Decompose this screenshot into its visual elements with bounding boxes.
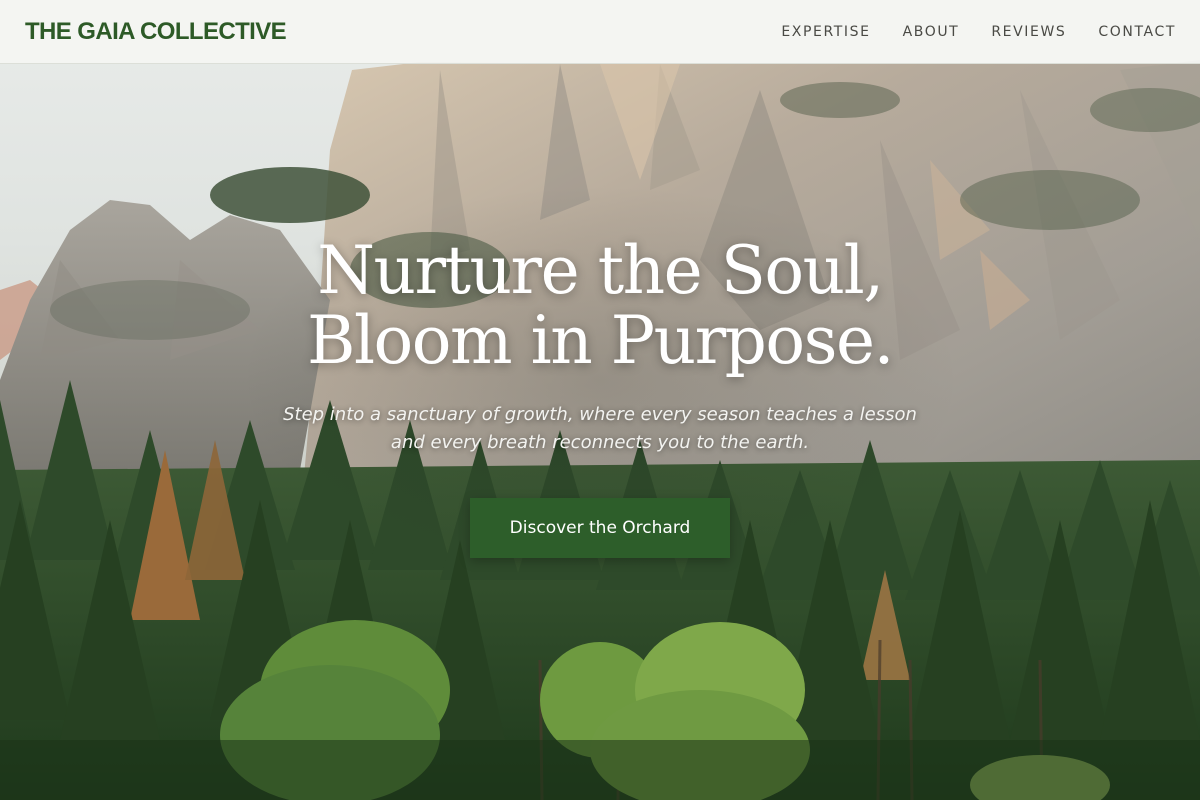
discover-orchard-button[interactable]: Discover the Orchard bbox=[470, 498, 730, 558]
hero-headline-line-1: Nurture the Soul, bbox=[317, 232, 884, 309]
top-navigation-bar: THE GAIA COLLECTIVE EXPERTISE ABOUT REVI… bbox=[0, 0, 1200, 64]
nav-links: EXPERTISE ABOUT REVIEWS CONTACT bbox=[749, 24, 1176, 40]
hero-headline-line-2: Bloom in Purpose. bbox=[306, 302, 895, 379]
nav-link-expertise[interactable]: EXPERTISE bbox=[781, 24, 870, 40]
nav-item-about: ABOUT bbox=[871, 24, 960, 40]
nav-link-reviews[interactable]: REVIEWS bbox=[991, 24, 1066, 40]
nav-item-contact: CONTACT bbox=[1066, 24, 1176, 40]
nav-link-about[interactable]: ABOUT bbox=[903, 24, 960, 40]
nav-item-reviews: REVIEWS bbox=[959, 24, 1066, 40]
hero-content: Nurture the Soul, Bloom in Purpose. Step… bbox=[200, 236, 1000, 558]
nav-link-contact[interactable]: CONTACT bbox=[1098, 24, 1176, 40]
hero-subheading: Step into a sanctuary of growth, where e… bbox=[200, 401, 1000, 457]
hero-headline: Nurture the Soul, Bloom in Purpose. bbox=[200, 236, 1000, 376]
nav-item-expertise: EXPERTISE bbox=[749, 24, 870, 40]
hero-subheading-line-1: Step into a sanctuary of growth, where e… bbox=[283, 404, 917, 425]
brand-logo-link[interactable]: THE GAIA COLLECTIVE bbox=[25, 18, 287, 46]
hero-subheading-line-2: and every breath reconnects you to the e… bbox=[390, 432, 810, 453]
